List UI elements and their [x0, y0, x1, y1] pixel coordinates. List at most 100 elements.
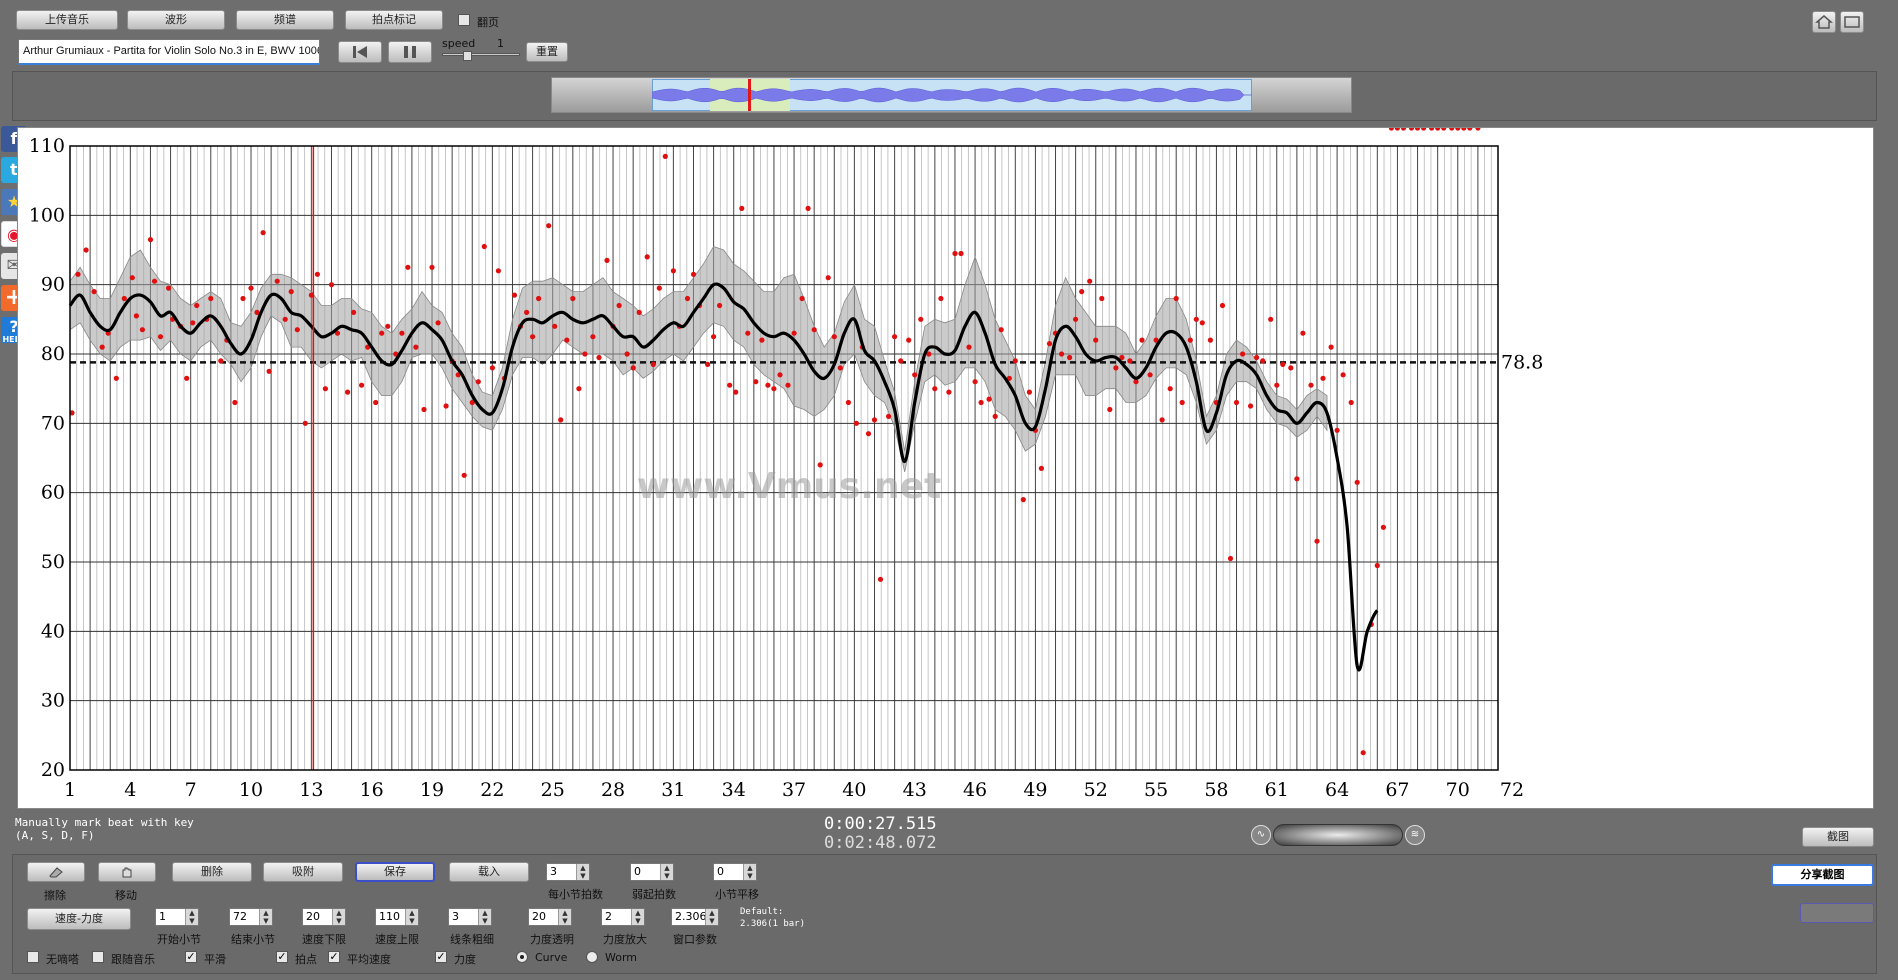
beat-point — [1429, 128, 1435, 131]
reset-button[interactable]: 重置 — [526, 42, 568, 62]
y-tick-label: 40 — [41, 620, 65, 642]
beat-point — [1421, 128, 1427, 131]
zoom-out-icon[interactable]: ∿ — [1251, 825, 1271, 845]
screenshot-button[interactable]: 截图 — [1802, 827, 1874, 847]
window-param-stepper[interactable]: 2.306 ▲ ▼ — [671, 908, 719, 926]
beat-point — [1038, 465, 1044, 471]
upload-music-button[interactable]: 上传音乐 — [16, 10, 118, 30]
beat-point — [616, 302, 622, 309]
start-bar-stepper[interactable]: 1 ▲ ▼ — [155, 908, 199, 926]
track-title-field[interactable]: Arthur Grumiaux - Partita for Violin Sol… — [18, 39, 320, 65]
dynamics-checkbox[interactable]: ✓ — [435, 951, 447, 963]
beats-label: 拍点 — [295, 953, 317, 966]
smooth-checkbox[interactable]: ✓ — [185, 951, 197, 963]
save-button[interactable]: 保存 — [355, 862, 435, 882]
dynamics-zoom-stepper[interactable]: 2 ▲ ▼ — [601, 908, 645, 926]
beat-point — [166, 285, 172, 291]
page-flip-checkbox[interactable] — [458, 14, 470, 26]
erase-button[interactable] — [27, 862, 85, 882]
beat-point — [399, 330, 405, 336]
beat-point — [1107, 406, 1113, 413]
zoom-slider[interactable] — [1273, 824, 1403, 846]
beat-point — [705, 361, 711, 367]
time-current: 0:00:27.515 — [824, 814, 937, 834]
time-total: 0:02:48.072 — [824, 833, 937, 853]
beat-point — [1467, 128, 1473, 131]
pause-button[interactable] — [388, 41, 432, 63]
y-tick-label: 90 — [41, 274, 65, 296]
beat-mark-button[interactable]: 拍点标记 — [345, 10, 443, 30]
beat-point — [1187, 337, 1193, 343]
delete-button[interactable]: 删除 — [172, 862, 252, 882]
beat-point — [604, 257, 610, 263]
home-button[interactable] — [1812, 11, 1836, 33]
start-bar-label: 开始小节 — [157, 933, 201, 946]
beat-point — [288, 289, 294, 295]
curve-radio[interactable] — [516, 951, 528, 963]
end-bar-stepper[interactable]: 72 ▲ ▼ — [229, 908, 273, 926]
waveform-button[interactable]: 波形 — [127, 10, 225, 30]
beat-point — [1354, 479, 1360, 485]
dynamics-label: 力度 — [454, 953, 476, 966]
x-tick-label: 70 — [1446, 779, 1470, 801]
mute-label: 无嘀嗒 — [46, 953, 79, 966]
bar-offset-stepper[interactable]: 0 ▲ ▼ — [713, 863, 757, 881]
avg-speed-checkbox[interactable]: ✓ — [328, 951, 340, 963]
share-screenshot-button[interactable]: 分享截图 — [1771, 864, 1874, 886]
beat-point — [1079, 289, 1085, 295]
follow-music-checkbox[interactable] — [92, 951, 104, 963]
beat-point — [998, 327, 1004, 333]
rewind-button[interactable] — [338, 41, 382, 63]
overview-waveform[interactable] — [551, 77, 1352, 113]
beat-point — [83, 247, 89, 253]
beat-point — [282, 316, 288, 322]
beat-point — [624, 351, 630, 357]
beat-point — [113, 375, 119, 381]
worm-radio[interactable] — [586, 951, 598, 963]
beat-point — [785, 382, 791, 388]
chart-panel[interactable]: www.Vmus.net 78.8 20 30 40 50 60 70 80 90 100 110 1 4… — [17, 127, 1874, 809]
beat-point — [1179, 399, 1185, 406]
line-width-stepper[interactable]: 3 ▲ ▼ — [448, 908, 492, 926]
beats-per-bar-stepper[interactable]: 3 ▲ ▼ — [546, 863, 590, 881]
beat-point — [294, 327, 300, 333]
speed-slider[interactable] — [442, 53, 520, 56]
fullscreen-button[interactable] — [1840, 11, 1864, 33]
tempo-chart[interactable]: www.Vmus.net 78.8 20 30 40 50 60 70 80 90 100 110 1 4… — [18, 128, 1875, 810]
start-beat-stepper[interactable]: 0 ▲ ▼ — [630, 863, 674, 881]
x-tick-label: 55 — [1144, 779, 1168, 801]
load-button[interactable]: 载入 — [449, 862, 529, 882]
attach-button[interactable]: 吸附 — [263, 862, 343, 882]
bar-offset-label: 小节平移 — [715, 888, 759, 901]
beat-point — [831, 334, 837, 340]
mute-checkbox[interactable] — [27, 951, 39, 963]
beat-point — [1314, 538, 1320, 544]
beats-checkbox[interactable]: ✓ — [276, 951, 288, 963]
beat-point — [1294, 476, 1300, 482]
beat-point — [495, 268, 501, 274]
move-button[interactable] — [98, 862, 156, 882]
dynamics-opacity-stepper[interactable]: 20 ▲ ▼ — [528, 908, 572, 926]
beat-point — [1046, 341, 1053, 347]
beat-point — [759, 337, 765, 343]
beat-point — [739, 205, 745, 211]
beat-point — [1113, 365, 1119, 371]
beat-point — [328, 282, 335, 288]
tempo-max-stepper[interactable]: 110 ▲ ▼ — [375, 908, 419, 926]
beat-point — [590, 334, 596, 340]
beat-point — [151, 278, 158, 284]
tempo-min-stepper[interactable]: 20 ▲ ▼ — [302, 908, 346, 926]
beat-point — [684, 295, 691, 302]
tempo-max-label: 速度上限 — [375, 933, 419, 946]
zoom-in-icon[interactable]: ≋ — [1405, 825, 1425, 845]
beat-point — [475, 379, 481, 385]
beat-point — [1388, 128, 1394, 131]
speed-slider-thumb[interactable] — [463, 51, 472, 61]
beat-point — [853, 420, 860, 426]
beat-point — [1334, 427, 1340, 433]
spectrum-button[interactable]: 频谱 — [236, 10, 334, 30]
speed-dynamics-mode-button[interactable]: 速度-力度 — [27, 908, 131, 930]
beat-point — [1380, 524, 1386, 530]
beat-point — [1067, 354, 1073, 361]
beat-point — [972, 379, 978, 385]
